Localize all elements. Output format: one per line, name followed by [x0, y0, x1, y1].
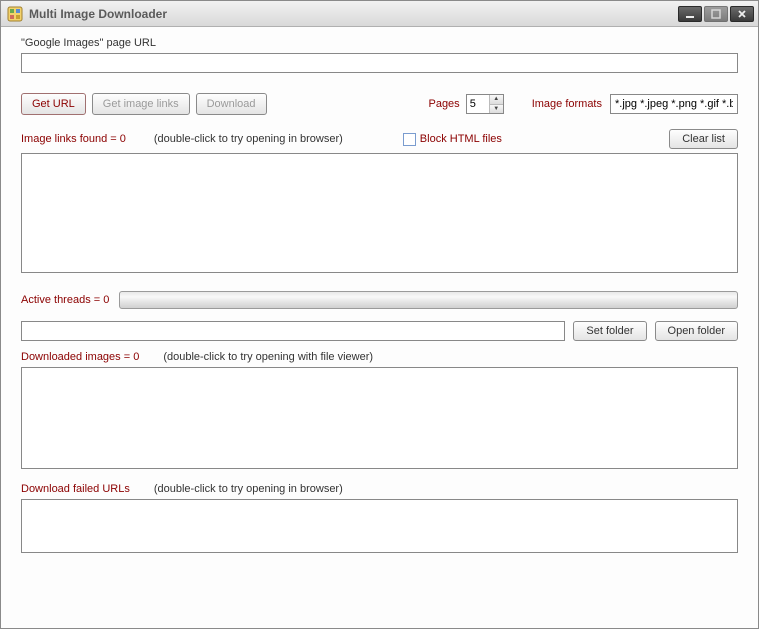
checkbox-box: [403, 133, 416, 146]
failed-hint: (double-click to try opening in browser): [154, 483, 343, 495]
links-found-label: Image links found = 0: [21, 133, 126, 145]
titlebar: Multi Image Downloader: [1, 1, 758, 27]
formats-label: Image formats: [532, 98, 602, 110]
get-image-links-button[interactable]: Get image links: [92, 93, 190, 115]
folder-input[interactable]: [21, 321, 565, 341]
downloaded-hint: (double-click to try opening with file v…: [163, 351, 373, 363]
clear-list-button[interactable]: Clear list: [669, 129, 738, 149]
active-threads-label: Active threads = 0: [21, 294, 109, 306]
pages-label: Pages: [428, 98, 459, 110]
block-html-label: Block HTML files: [420, 133, 502, 145]
minimize-button[interactable]: [678, 6, 702, 22]
get-url-button[interactable]: Get URL: [21, 93, 86, 115]
pages-input[interactable]: [467, 95, 489, 113]
app-window: Multi Image Downloader "Google Images" p…: [0, 0, 759, 629]
url-input[interactable]: [21, 53, 738, 73]
maximize-button[interactable]: [704, 6, 728, 22]
failed-listbox[interactable]: [21, 499, 738, 553]
downloaded-listbox[interactable]: [21, 367, 738, 469]
set-folder-button[interactable]: Set folder: [573, 321, 646, 341]
download-button[interactable]: Download: [196, 93, 267, 115]
pages-spin-up[interactable]: ▲: [490, 95, 503, 104]
links-listbox[interactable]: [21, 153, 738, 273]
app-icon: [7, 6, 23, 22]
close-button[interactable]: [730, 6, 754, 22]
links-hint: (double-click to try opening in browser): [154, 133, 343, 145]
failed-label: Download failed URLs: [21, 483, 130, 495]
formats-input[interactable]: [610, 94, 738, 114]
app-title: Multi Image Downloader: [29, 7, 678, 21]
open-folder-button[interactable]: Open folder: [655, 321, 738, 341]
downloaded-label: Downloaded images = 0: [21, 351, 139, 363]
pages-spinner[interactable]: ▲ ▼: [466, 94, 504, 114]
progress-bar: [119, 291, 738, 309]
block-html-checkbox[interactable]: Block HTML files: [403, 133, 502, 146]
client-area: "Google Images" page URL Get URL Get ima…: [1, 27, 758, 628]
pages-spin-down[interactable]: ▼: [490, 104, 503, 114]
url-label: "Google Images" page URL: [21, 37, 738, 49]
